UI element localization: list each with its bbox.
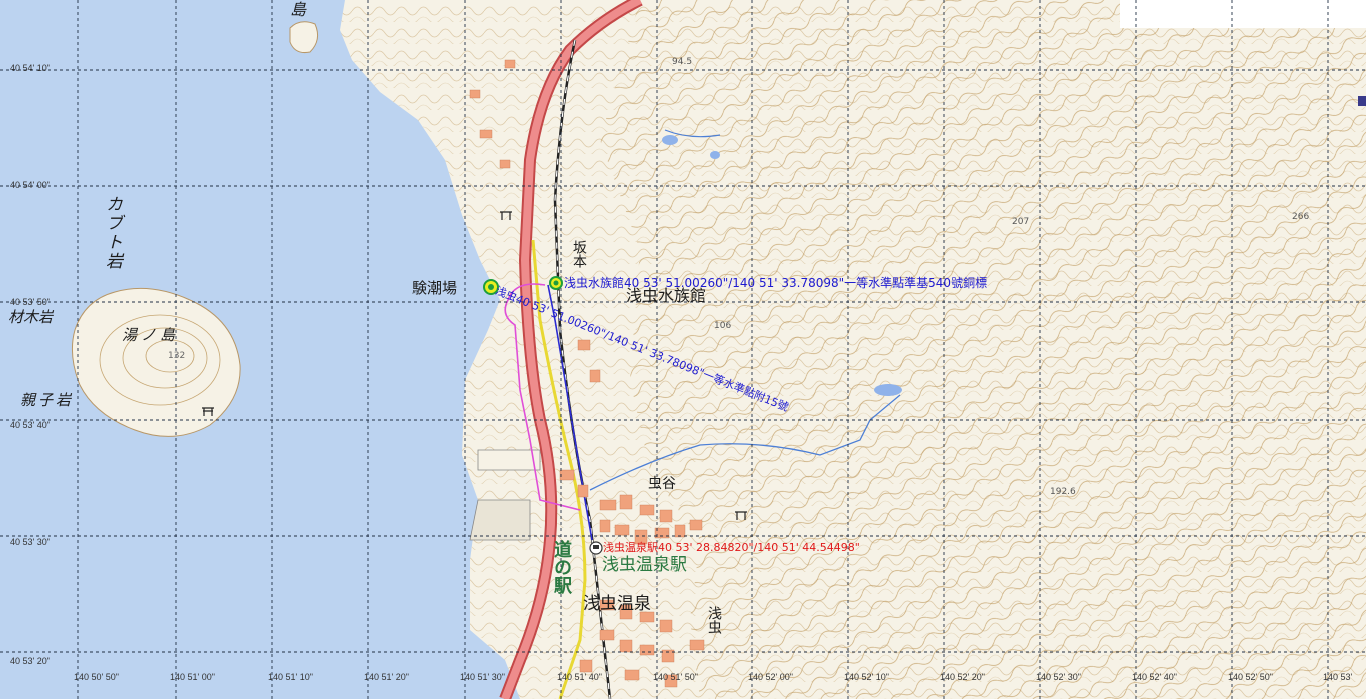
lon-label-1: 140 50' 50" bbox=[74, 672, 119, 682]
lon-label-12: 140 52' 40" bbox=[1132, 672, 1177, 682]
lon-label-11: 140 52' 30" bbox=[1036, 672, 1081, 682]
topographic-map[interactable]: 40 54' 10" 40 54' 00" 40 53' 50" 40 53' … bbox=[0, 0, 1366, 699]
label-elev-207: 207 bbox=[1012, 217, 1030, 227]
lat-label-5: 40 53' 30" bbox=[10, 537, 50, 547]
lon-label-10: 140 52' 20" bbox=[940, 672, 985, 682]
label-onsen-area: 浅虫温泉 bbox=[583, 594, 651, 614]
label-mushiya: 虫谷 bbox=[648, 476, 676, 492]
label-asamushi: 浅虫 bbox=[706, 606, 722, 634]
label-station-map: 浅虫温泉駅 bbox=[602, 555, 687, 575]
map-base bbox=[0, 0, 1366, 699]
lon-label-8: 140 52' 00" bbox=[748, 672, 793, 682]
lon-label-14: 140 53' bbox=[1323, 672, 1353, 682]
lat-label-6: 40 53' 20" bbox=[10, 656, 50, 666]
lon-label-6: 140 51' 40" bbox=[557, 672, 602, 682]
marker-station-icon bbox=[589, 541, 603, 555]
label-zaimoku-iwa: 材木岩 bbox=[8, 308, 54, 326]
label-elev-1926: 192.6 bbox=[1050, 487, 1076, 497]
label-elev-266: 266 bbox=[1292, 212, 1310, 222]
annotation-station: 浅虫温泉駅40 53' 28.84820"/140 51' 44.54498" bbox=[603, 541, 860, 554]
label-elev-132: 132 bbox=[168, 351, 186, 361]
label-oyako-iwa: 親子岩 bbox=[20, 391, 75, 409]
label-kabuto-iwa: カブト岩 bbox=[102, 195, 122, 271]
lat-label-3: 40 53' 50" bbox=[10, 297, 50, 307]
label-shima: 島 bbox=[290, 0, 307, 19]
label-yunoshima: 湯ノ島 bbox=[122, 326, 180, 344]
annotation-aquarium: 浅虫水族館40 53' 51.00260"/140 51' 33.78098"一… bbox=[564, 276, 988, 290]
lon-label-9: 140 52' 10" bbox=[844, 672, 889, 682]
label-elev-945: 94.5 bbox=[672, 57, 693, 67]
lat-label-1: 40 54' 10" bbox=[10, 63, 50, 73]
lat-label-2: 40 54' 00" bbox=[10, 180, 50, 190]
label-sakamoto: 坂本 bbox=[571, 240, 587, 268]
lat-label-4: 40 53' 40" bbox=[10, 420, 50, 430]
label-elev-106: 106 bbox=[714, 321, 732, 331]
lon-label-5: 140 51' 30" bbox=[460, 672, 505, 682]
lon-label-13: 140 52' 50" bbox=[1228, 672, 1273, 682]
label-michinoeki: 道の駅 bbox=[551, 540, 572, 594]
lon-label-2: 140 51' 00" bbox=[170, 672, 215, 682]
lon-label-3: 140 51' 10" bbox=[268, 672, 313, 682]
lon-label-7: 140 51' 50" bbox=[653, 672, 698, 682]
marker-green-icon-2 bbox=[549, 276, 563, 290]
label-aquarium-map: 浅虫水族館 bbox=[626, 286, 707, 305]
label-kenchoujou: 験潮場 bbox=[412, 279, 458, 297]
lon-label-4: 140 51' 20" bbox=[364, 672, 409, 682]
